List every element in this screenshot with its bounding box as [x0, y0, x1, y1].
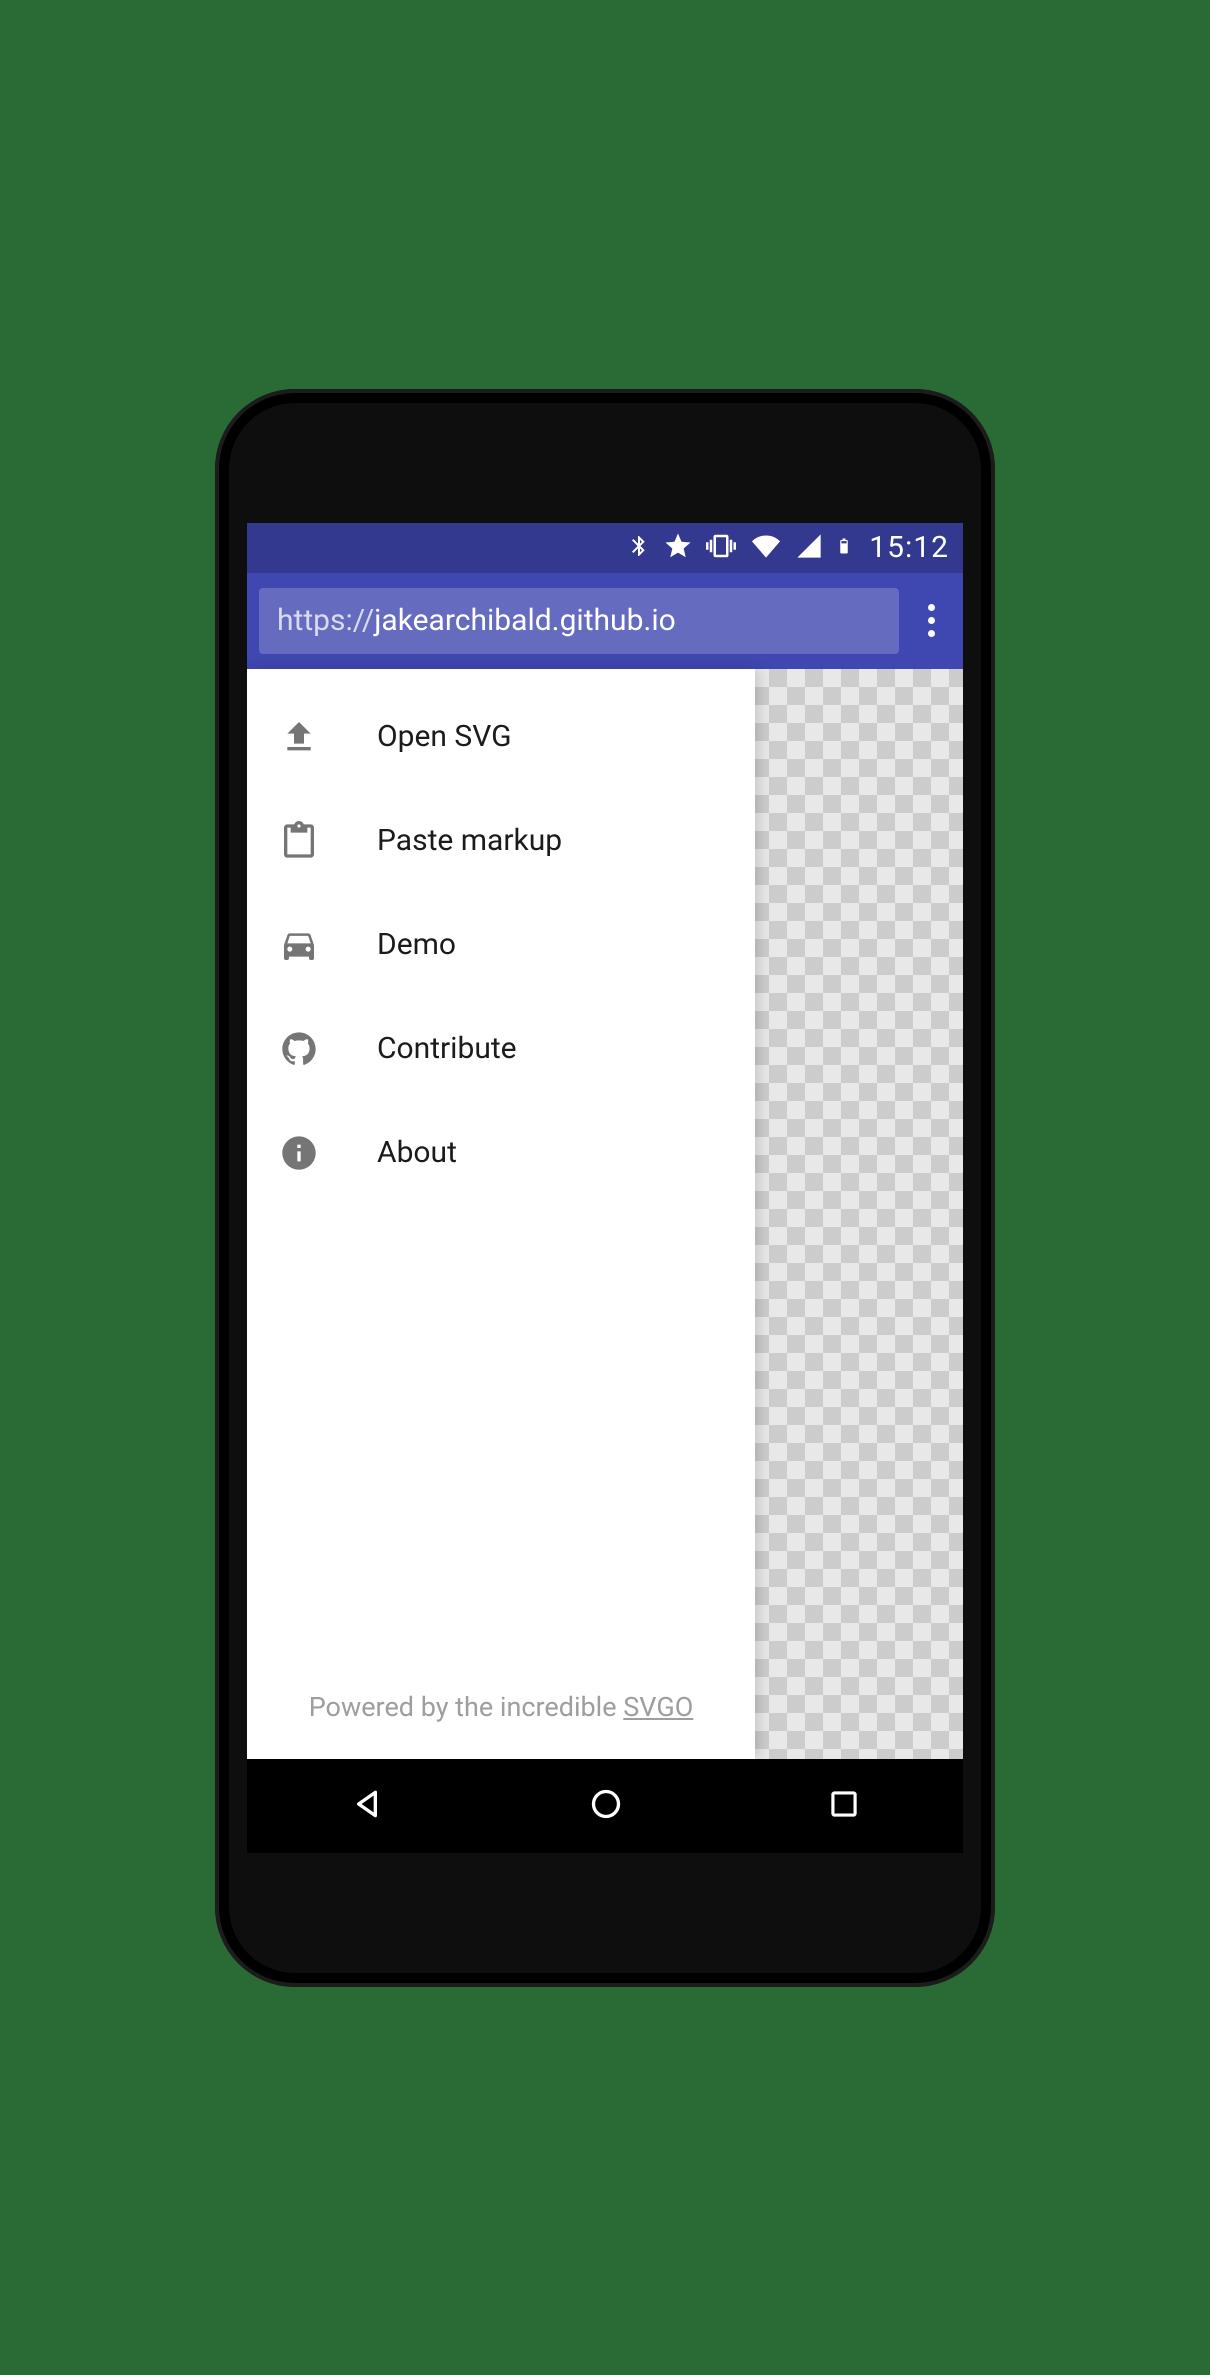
github-icon	[277, 1027, 321, 1071]
signal-icon	[795, 532, 823, 564]
url-scheme: https://	[277, 603, 374, 638]
phone-frame: 15:12 https://jakearchibald.github.io	[215, 389, 995, 1987]
menu-item-about[interactable]: About	[247, 1101, 755, 1205]
nav-drawer: Open SVG Paste markup De	[247, 669, 755, 1759]
wifi-icon	[749, 532, 783, 564]
browser-toolbar: https://jakearchibald.github.io	[247, 573, 963, 669]
nav-recents-button[interactable]	[825, 1785, 863, 1827]
info-icon	[277, 1131, 321, 1175]
nav-home-button[interactable]	[586, 1784, 626, 1828]
bluetooth-icon	[627, 530, 651, 566]
nav-back-button[interactable]	[347, 1784, 387, 1828]
vibrate-icon	[705, 531, 737, 565]
menu-label: Open SVG	[377, 719, 512, 754]
url-host: jakearchibald.github.io	[374, 603, 676, 638]
nav-menu: Open SVG Paste markup De	[247, 669, 755, 1667]
footer-text: Powered by the incredible	[309, 1691, 624, 1723]
upload-icon	[277, 715, 321, 759]
battery-icon	[835, 531, 853, 565]
url-bar[interactable]: https://jakearchibald.github.io	[259, 588, 899, 654]
menu-item-paste-markup[interactable]: Paste markup	[247, 789, 755, 893]
star-icon	[663, 531, 693, 565]
status-bar: 15:12	[247, 523, 963, 573]
android-nav-bar	[247, 1759, 963, 1853]
clipboard-icon	[277, 819, 321, 863]
menu-item-demo[interactable]: Demo	[247, 893, 755, 997]
menu-label: Contribute	[377, 1031, 517, 1066]
menu-item-open-svg[interactable]: Open SVG	[247, 685, 755, 789]
menu-label: Demo	[377, 927, 456, 962]
screen: 15:12 https://jakearchibald.github.io	[247, 523, 963, 1853]
overflow-menu-button[interactable]	[911, 591, 951, 651]
app-content: Open SVG Paste markup De	[247, 669, 963, 1759]
menu-label: About	[377, 1135, 457, 1170]
footer-link-svgo[interactable]: SVGO	[623, 1691, 693, 1723]
status-time: 15:12	[869, 530, 949, 565]
car-icon	[277, 923, 321, 967]
drawer-footer: Powered by the incredible SVGO	[247, 1667, 755, 1759]
menu-item-contribute[interactable]: Contribute	[247, 997, 755, 1101]
menu-label: Paste markup	[377, 823, 562, 858]
